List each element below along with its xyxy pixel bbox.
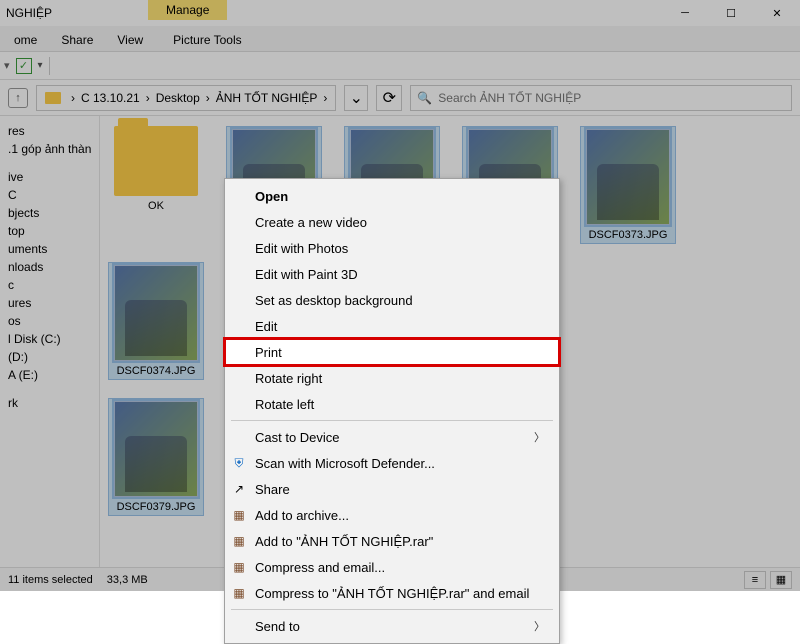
maximize-button[interactable]: ☐ — [708, 0, 754, 26]
file-label: OK — [148, 200, 164, 212]
address-bar-row: ↑ › C 13.10.21 › Desktop › ẢNH TỐT NGHIỆ… — [0, 80, 800, 116]
search-input[interactable]: 🔍 Search ẢNH TỐT NGHIỆP — [410, 85, 792, 111]
ctx-rotate-left[interactable]: Rotate left — [225, 391, 559, 417]
breadcrumb-seg-3[interactable]: ẢNH TỐT NGHIỆP — [216, 91, 318, 105]
folder-item[interactable]: OK — [108, 126, 204, 244]
navigation-pane[interactable]: res .1 góp ảnh thàn ive C bjects top ume… — [0, 116, 100, 567]
search-icon: 🔍 — [417, 91, 432, 105]
ctx-rotate-right[interactable]: Rotate right — [225, 365, 559, 391]
ctx-compress-email[interactable]: ▦Compress and email... — [225, 554, 559, 580]
archive-icon: ▦ — [231, 559, 247, 575]
context-menu: Open Create a new video Edit with Photos… — [224, 178, 560, 644]
nav-up-button[interactable]: ↑ — [8, 88, 28, 108]
breadcrumb-seg-2[interactable]: Desktop — [156, 91, 200, 105]
ctx-send-to[interactable]: Send to〉 — [225, 613, 559, 639]
ctx-print[interactable]: Print — [225, 339, 559, 365]
sidebar-item[interactable]: top — [4, 222, 95, 240]
ctx-defender[interactable]: ⛨Scan with Microsoft Defender... — [225, 450, 559, 476]
image-item[interactable]: DSCF0379.JPG — [108, 398, 204, 516]
ctx-set-background[interactable]: Set as desktop background — [225, 287, 559, 313]
sidebar-item[interactable]: uments — [4, 240, 95, 258]
file-label: DSCF0373.JPG — [589, 229, 668, 241]
sidebar-item[interactable]: A (E:) — [4, 366, 95, 384]
sidebar-item[interactable]: .1 góp ảnh thàn — [4, 140, 95, 158]
sidebar-item[interactable]: ures — [4, 294, 95, 312]
quick-access-toolbar: ▾ ✓ ▾ — [0, 52, 800, 80]
breadcrumb-seg-1[interactable]: C 13.10.21 — [81, 91, 140, 105]
sidebar-item[interactable]: nloads — [4, 258, 95, 276]
view-details-button[interactable]: ≡ — [744, 571, 766, 589]
chevron-right-icon: 〉 — [534, 429, 545, 445]
file-label: DSCF0379.JPG — [117, 501, 196, 513]
breadcrumb[interactable]: › C 13.10.21 › Desktop › ẢNH TỐT NGHIỆP … — [36, 85, 336, 111]
chevron-right-icon: 〉 — [534, 618, 545, 634]
minimize-button[interactable]: ─ — [662, 0, 708, 26]
sidebar-item[interactable]: c — [4, 276, 95, 294]
sidebar-item[interactable]: l Disk (C:) — [4, 330, 95, 348]
tab-view[interactable]: View — [105, 29, 155, 51]
tab-picture-tools[interactable]: Picture Tools — [161, 29, 253, 51]
sidebar-item[interactable]: rk — [4, 394, 95, 412]
sidebar-item[interactable]: ive — [4, 168, 95, 186]
sidebar-item[interactable]: os — [4, 312, 95, 330]
status-selected-size: 33,3 MB — [107, 574, 148, 586]
ctx-create-video[interactable]: Create a new video — [225, 209, 559, 235]
file-label: DSCF0374.JPG — [117, 365, 196, 377]
ctx-add-rar[interactable]: ▦Add to "ẢNH TỐT NGHIỆP.rar" — [225, 528, 559, 554]
image-item[interactable]: DSCF0374.JPG — [108, 262, 204, 380]
ctx-cast[interactable]: Cast to Device〉 — [225, 424, 559, 450]
tab-share[interactable]: Share — [49, 29, 105, 51]
ctx-separator — [231, 420, 553, 421]
folder-icon — [45, 92, 61, 104]
ctx-edit[interactable]: Edit — [225, 313, 559, 339]
sidebar-item[interactable]: res — [4, 122, 95, 140]
close-button[interactable]: ✕ — [754, 0, 800, 26]
ctx-edit-photos[interactable]: Edit with Photos — [225, 235, 559, 261]
qat-dropdown-icon[interactable]: ▾ — [38, 60, 43, 71]
ctx-compress-rar-email[interactable]: ▦Compress to "ẢNH TỐT NGHIỆP.rar" and em… — [225, 580, 559, 606]
title-bar: NGHIỆP Manage ─ ☐ ✕ — [0, 0, 800, 26]
sidebar-item[interactable]: bjects — [4, 204, 95, 222]
image-item[interactable]: DSCF0373.JPG — [580, 126, 676, 244]
contextual-tab-manage[interactable]: Manage — [148, 0, 227, 20]
ctx-add-archive[interactable]: ▦Add to archive... — [225, 502, 559, 528]
sidebar-item[interactable]: C — [4, 186, 95, 204]
shield-icon: ⛨ — [231, 455, 247, 471]
archive-icon: ▦ — [231, 507, 247, 523]
window-title: NGHIỆP — [6, 6, 52, 20]
status-selected-count: 11 items selected — [8, 574, 93, 586]
ctx-open[interactable]: Open — [225, 183, 559, 209]
archive-icon: ▦ — [231, 533, 247, 549]
ctx-share[interactable]: ↗Share — [225, 476, 559, 502]
chevron-left-icon[interactable]: ▾ — [4, 59, 10, 72]
refresh-button[interactable]: ⟳ — [376, 85, 402, 111]
search-placeholder: Search ẢNH TỐT NGHIỆP — [438, 91, 581, 105]
archive-icon: ▦ — [231, 585, 247, 601]
ctx-edit-paint3d[interactable]: Edit with Paint 3D — [225, 261, 559, 287]
view-thumbnails-button[interactable]: ▦ — [770, 571, 792, 589]
folder-icon — [114, 126, 198, 196]
ribbon-tabs: ome Share View Picture Tools — [0, 26, 800, 52]
share-icon: ↗ — [231, 481, 247, 497]
sidebar-item[interactable]: (D:) — [4, 348, 95, 366]
tab-home[interactable]: ome — [2, 29, 49, 51]
breadcrumb-dropdown[interactable]: ⌄ — [344, 85, 368, 111]
qat-checkbox-icon[interactable]: ✓ — [16, 58, 32, 74]
ctx-separator — [231, 609, 553, 610]
